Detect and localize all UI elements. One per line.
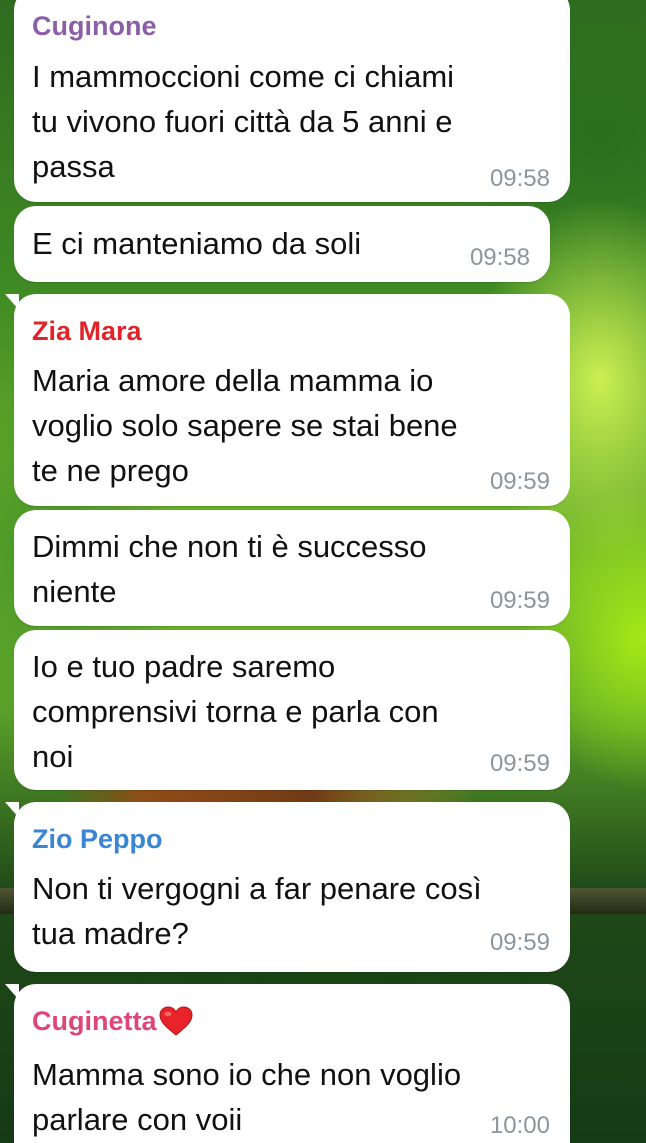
- message-text-line: passa: [32, 149, 115, 184]
- sender-name: Zia Mara: [32, 316, 142, 346]
- message-bubble[interactable]: E ci manteniamo da soli 09:58: [14, 206, 550, 282]
- message-timestamp: 10:00: [489, 1112, 550, 1139]
- message-text-line: noi: [32, 739, 74, 774]
- message-timestamp: 09:59: [489, 929, 550, 956]
- message-bubble-cuginone[interactable]: Cuginone I mammoccioni come ci chiami tu…: [14, 0, 570, 202]
- message-bubble-zia-mara[interactable]: Zia Mara Maria amore della mamma io vogl…: [5, 294, 570, 506]
- message-text-line: Dimmi che non ti è successo: [32, 529, 427, 564]
- message-text-line: te ne prego: [32, 453, 189, 488]
- message-text-line: voglio solo sapere se stai bene: [32, 408, 458, 443]
- message-text-line: niente: [32, 574, 117, 609]
- red-heart-icon: [158, 1006, 193, 1043]
- message-timestamp: 09:59: [489, 750, 550, 777]
- message-bubble-cuginetta[interactable]: Cuginetta Mamma sono io che non voglio p…: [5, 984, 570, 1143]
- message-timestamp: 09:58: [489, 165, 550, 192]
- message-bubble-zio-peppo[interactable]: Zio Peppo Non ti vergogni a far penare c…: [5, 802, 570, 972]
- sender-name: Cuginone: [32, 11, 157, 41]
- message-timestamp: 09:59: [489, 587, 550, 614]
- message-text-line: I mammoccioni come ci chiami: [32, 59, 455, 94]
- message-text-line: Maria amore della mamma io: [32, 363, 434, 398]
- sender-name-text: Cuginetta: [32, 1006, 157, 1036]
- message-text-line: Io e tuo padre saremo: [32, 649, 336, 684]
- message-text-line: comprensivi torna e parla con: [32, 694, 439, 729]
- message-text-line: E ci manteniamo da soli: [32, 226, 362, 261]
- message-text-line: tua madre?: [32, 916, 189, 951]
- message-bubble[interactable]: Io e tuo padre saremo comprensivi torna …: [14, 630, 570, 790]
- message-text-line: parlare con voii: [32, 1102, 243, 1137]
- message-text-line: Mamma sono io che non voglio: [32, 1057, 462, 1092]
- message-text-line: tu vivono fuori città da 5 anni e: [32, 104, 453, 139]
- message-timestamp: 09:59: [489, 468, 550, 495]
- message-bubble[interactable]: Dimmi che non ti è successo niente 09:59: [14, 510, 570, 626]
- message-text-line: Non ti vergogni a far penare così: [32, 871, 482, 906]
- sender-name: Cuginetta: [32, 1006, 193, 1043]
- sender-name: Zio Peppo: [32, 824, 163, 854]
- message-timestamp: 09:58: [469, 244, 530, 271]
